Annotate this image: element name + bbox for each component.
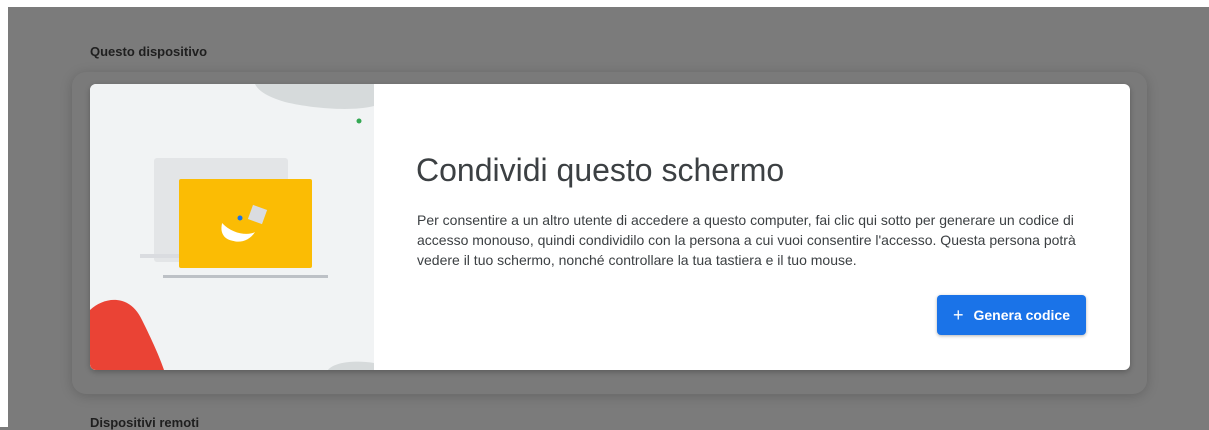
window-top-edge — [8, 0, 1209, 7]
share-illustration — [90, 84, 374, 370]
plus-icon: + — [952, 305, 964, 325]
generate-code-button[interactable]: + Genera codice — [937, 295, 1086, 335]
section-title-remote-devices: Dispositivi remoti — [90, 415, 200, 430]
laptop-illustration — [90, 84, 374, 370]
card-description: Per consentire a un altro utente di acce… — [417, 212, 1076, 268]
section-title-this-device: Questo dispositivo — [90, 44, 208, 59]
share-screen-card: Condividi questo schermo Per consentire … — [90, 84, 1130, 370]
window-left-edge — [0, 0, 8, 427]
generate-code-label: Genera codice — [973, 307, 1071, 323]
card-title: Condividi questo schermo — [416, 152, 785, 188]
